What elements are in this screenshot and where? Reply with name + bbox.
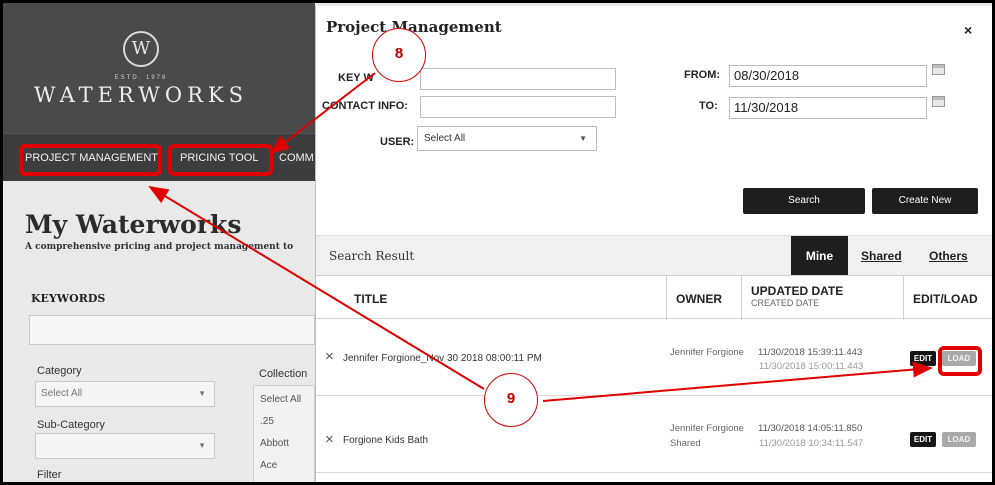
callout-8: 8 — [372, 28, 426, 82]
user-label: USER: — [380, 136, 415, 148]
keywords-field-label: KEY W — [338, 72, 374, 84]
screenshot-frame: W ESTD. 1978 WATERWORKS PROJECT MANAGEME… — [0, 0, 995, 485]
page-subtitle: A comprehensive pricing and project mana… — [25, 242, 294, 252]
row-owner-shared: Shared — [670, 438, 701, 449]
row-created: 11/30/2018 15:00:11.443 — [759, 361, 864, 372]
calendar-icon[interactable] — [932, 64, 945, 75]
edit-button[interactable]: EDIT — [910, 351, 936, 366]
tab-others[interactable]: Others — [929, 249, 968, 263]
column-created-date[interactable]: CREATED DATE — [751, 298, 819, 308]
row-title[interactable]: Forgione Kids Bath — [343, 435, 428, 446]
filter-label: Filter — [37, 469, 62, 481]
row-updated: 11/30/2018 15:39:11.443 — [758, 347, 863, 358]
page-title: My Waterworks — [25, 210, 242, 239]
collection-list[interactable]: Select All .25 Abbott Ace — [253, 385, 315, 482]
logo-wordmark: WATERWORKS — [34, 83, 248, 107]
close-icon[interactable]: × — [964, 22, 972, 38]
create-new-button[interactable]: Create New — [872, 188, 978, 214]
chevron-down-icon: ▼ — [198, 389, 206, 398]
column-divider — [741, 276, 742, 320]
column-title[interactable]: TITLE — [354, 292, 387, 306]
user-select[interactable]: Select All ▼ — [417, 126, 597, 151]
calendar-icon[interactable] — [932, 96, 945, 107]
row-updated: 11/30/2018 14:05:11.850 — [758, 423, 863, 434]
contact-info-field[interactable] — [420, 96, 616, 118]
collection-label: Collection — [259, 368, 308, 380]
to-date-field[interactable]: 11/30/2018 — [729, 97, 927, 119]
collection-item[interactable]: Ace — [260, 460, 277, 471]
search-result-title: Search Result — [329, 249, 415, 263]
chevron-down-icon: ▼ — [579, 134, 587, 143]
from-label: FROM: — [684, 69, 721, 81]
column-owner[interactable]: OWNER — [676, 292, 722, 306]
collection-item[interactable]: .25 — [260, 416, 274, 427]
nav-comm[interactable]: COMM — [279, 134, 314, 182]
from-date-field[interactable]: 08/30/2018 — [729, 65, 927, 87]
keywords-label: KEYWORDS — [31, 292, 106, 305]
row-title[interactable]: Jennifer Forgione_Nov 30 2018 08:00:11 P… — [343, 353, 542, 364]
table-row: × Jennifer Forgione_Nov 30 2018 08:00:11… — [316, 320, 992, 396]
row-owner: Jennifer Forgione — [670, 347, 744, 358]
column-divider — [903, 276, 904, 320]
chevron-down-icon: ▼ — [198, 441, 206, 450]
category-select[interactable]: Select All ▼ — [35, 381, 215, 407]
results-table-header: TITLE OWNER UPDATED DATE CREATED DATE ED… — [316, 275, 992, 320]
highlight-load-button — [938, 346, 982, 376]
row-owner: Jennifer Forgione — [670, 423, 744, 434]
keywords-input[interactable] — [29, 315, 315, 345]
search-button[interactable]: Search — [743, 188, 865, 214]
subcategory-label: Sub-Category — [37, 419, 105, 431]
tab-shared[interactable]: Shared — [861, 249, 902, 263]
highlight-pricing-tool — [168, 144, 273, 176]
category-label: Category — [37, 365, 82, 377]
to-label: TO: — [699, 100, 718, 112]
subcategory-select[interactable]: ▼ — [35, 433, 215, 459]
column-updated-date[interactable]: UPDATED DATE — [751, 284, 843, 298]
waterworks-logo-icon: W — [123, 31, 159, 67]
contact-info-label: CONTACT INFO: — [322, 100, 408, 112]
project-management-modal: Project Management × KEY W CONTACT INFO:… — [315, 6, 992, 482]
collection-item[interactable]: Select All — [260, 394, 301, 405]
row-created: 11/30/2018 10:34:11.547 — [759, 438, 864, 449]
user-select-value: Select All — [424, 133, 466, 144]
site-header: W ESTD. 1978 WATERWORKS — [3, 3, 315, 133]
load-button[interactable]: LOAD — [942, 432, 976, 447]
search-result-bar: Search Result Mine Shared Others — [316, 235, 992, 276]
collection-item[interactable]: Abbott — [260, 438, 289, 449]
callout-9: 9 — [484, 373, 538, 427]
delete-icon[interactable]: × — [325, 431, 334, 448]
delete-icon[interactable]: × — [325, 348, 334, 365]
table-row: × Forgione Kids Bath Jennifer Forgione S… — [316, 397, 992, 473]
edit-button[interactable]: EDIT — [910, 432, 936, 447]
logo-established: ESTD. 1978 — [114, 75, 168, 81]
tab-mine[interactable]: Mine — [791, 236, 848, 276]
highlight-project-management — [19, 144, 162, 176]
column-divider — [666, 276, 667, 320]
column-edit-load: EDIT/LOAD — [913, 292, 978, 306]
keywords-field[interactable] — [420, 68, 616, 90]
category-select-value: Select All — [41, 388, 83, 399]
